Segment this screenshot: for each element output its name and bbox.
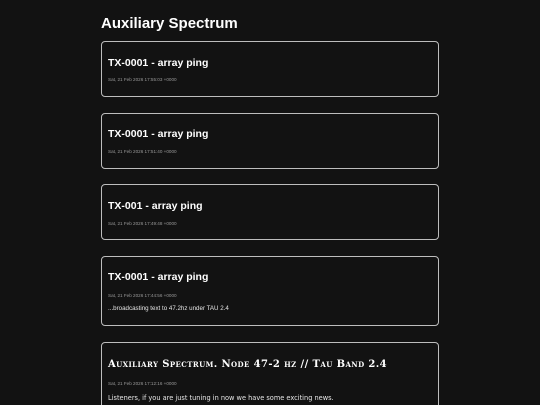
post-date: Sat, 21 Feb 2026 17:12:16 +0000: [108, 381, 177, 386]
post-card[interactable]: Auxiliary Spectrum. Node 47-2 hz // Tau …: [101, 342, 439, 405]
post-card[interactable]: TX-0001 - array ping Sat, 21 Feb 2026 17…: [101, 113, 439, 169]
page-title: Auxiliary Spectrum: [101, 15, 238, 32]
post-date: Sat, 21 Feb 2026 17:55:03 +0000: [108, 77, 177, 82]
post-title[interactable]: TX-001 - array ping: [108, 200, 203, 212]
post-card[interactable]: TX-001 - array ping Sat, 21 Feb 2026 17:…: [101, 184, 439, 240]
post-title[interactable]: TX-0001 - array ping: [108, 128, 208, 140]
post-title[interactable]: Auxiliary Spectrum. Node 47-2 hz // Tau …: [108, 359, 387, 370]
post-body: ...broadcasting text to 47.2hz under TAU…: [108, 305, 229, 312]
post-title[interactable]: TX-0001 - array ping: [108, 271, 208, 283]
post-date: Sat, 21 Feb 2026 17:51:40 +0000: [108, 149, 177, 154]
post-title[interactable]: TX-0001 - array ping: [108, 57, 208, 69]
page: Auxiliary Spectrum TX-0001 - array ping …: [0, 0, 540, 405]
post-card[interactable]: TX-0001 - array ping Sat, 21 Feb 2026 17…: [101, 256, 439, 326]
post-card[interactable]: TX-0001 - array ping Sat, 21 Feb 2026 17…: [101, 41, 439, 97]
post-date: Sat, 21 Feb 2026 17:49:48 +0000: [108, 221, 177, 226]
post-date: Sat, 21 Feb 2026 17:44:56 +0000: [108, 293, 177, 298]
post-body: Listeners, if you are just tuning in now…: [108, 394, 334, 402]
